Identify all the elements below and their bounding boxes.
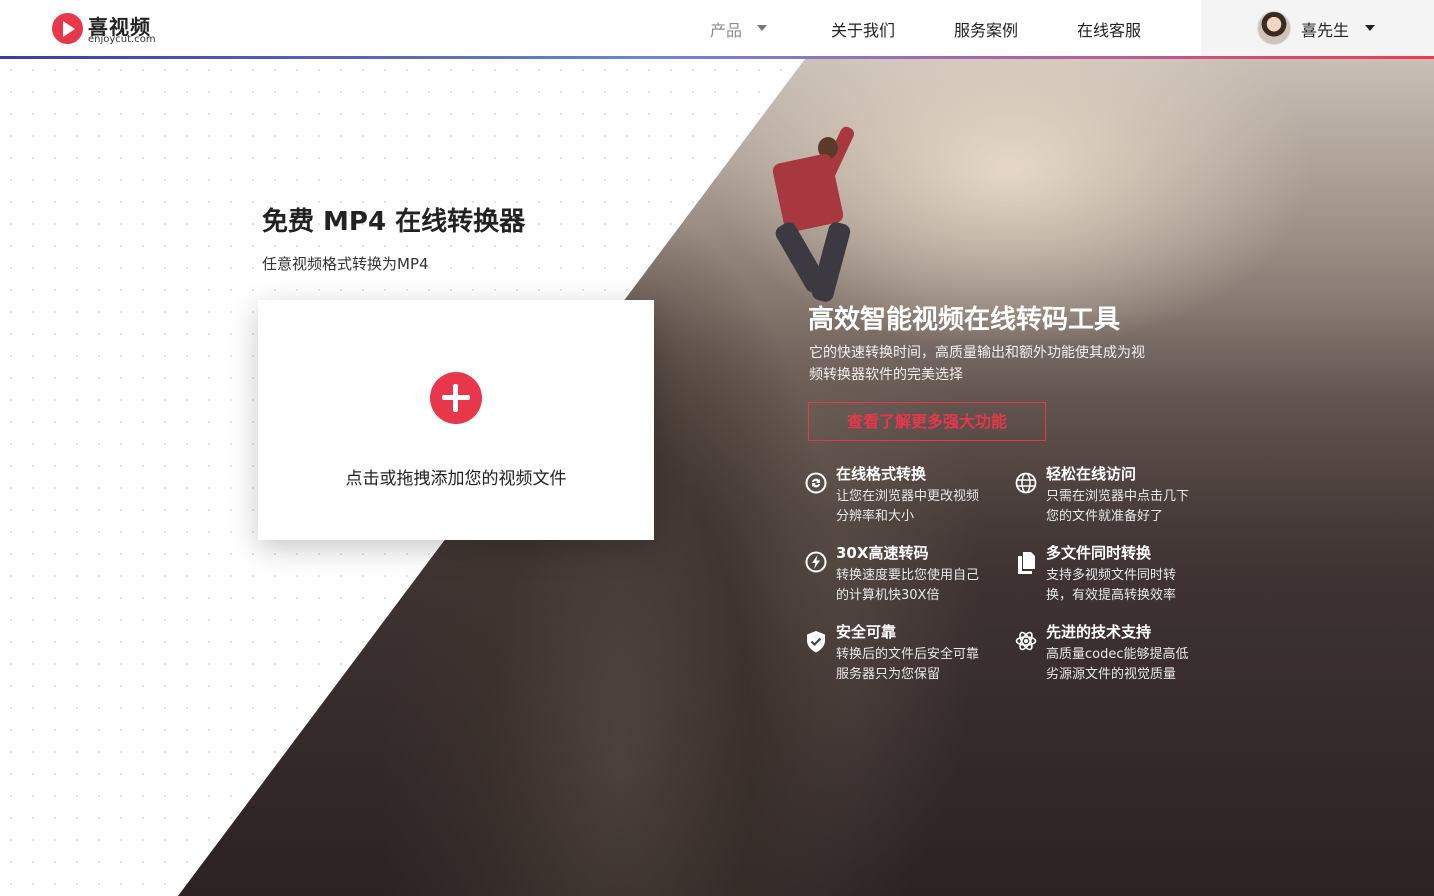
user-name[interactable]: 喜先生 — [1301, 17, 1349, 41]
plus-icon[interactable] — [430, 372, 482, 424]
page-subtitle: 任意视频格式转换为MP4 — [262, 255, 429, 273]
top-navbar: 喜视频 enjoycut.com 产品 关于我们 服务案例 在线客服 喜先生 — [0, 0, 1434, 56]
nav-item-cases[interactable]: 服务案例 — [954, 17, 1018, 41]
feature-description: 转换后的文件后安全可靠服务器只为您保留 — [836, 647, 980, 682]
feature-title: 轻松在线访问 — [1046, 465, 1137, 483]
logo[interactable]: 喜视频 enjoycut.com — [52, 12, 162, 46]
nav-item-label: 在线客服 — [1077, 21, 1142, 40]
user-menu[interactable]: 喜先生 — [1201, 0, 1434, 56]
feature-title: 30X高速转码 — [836, 544, 929, 562]
nav-item-support[interactable]: 在线客服 — [1077, 17, 1141, 41]
shield-check-icon — [805, 630, 827, 653]
header-gradient-divider — [0, 56, 1434, 59]
lightning-icon — [805, 551, 827, 573]
nav-item-products[interactable]: 产品 — [710, 17, 742, 41]
avatar[interactable] — [1257, 11, 1291, 45]
feature-description: 只需在浏览器中点击几下 您的文件就准备好了 — [1046, 489, 1190, 524]
files-icon — [1015, 551, 1037, 574]
feature-title: 在线格式转换 — [836, 465, 927, 483]
chevron-down-icon[interactable] — [757, 25, 767, 31]
atom-icon — [1015, 630, 1037, 652]
nav-item-label: 产品 — [710, 21, 743, 40]
play-logo-icon — [52, 13, 83, 44]
nav-item-label: 服务案例 — [954, 21, 1019, 40]
feature-title: 多文件同时转换 — [1046, 544, 1152, 562]
brand-domain: enjoycut.com — [88, 34, 156, 45]
nav-item-about[interactable]: 关于我们 — [831, 17, 895, 41]
feature-description: 让您在浏览器中更改视频分辨率和大小 — [836, 489, 980, 524]
upload-dropzone[interactable]: 点击或拖拽添加您的视频文件 — [258, 300, 654, 540]
feature-description: 支持多视频文件同时转换，有效提高转换效率 — [1046, 568, 1177, 603]
promo-description: 它的快速转换时间，高质量输出和额外功能使其成为视频转换器软件的完美选择 — [809, 345, 1145, 383]
nav-item-label: 关于我们 — [831, 21, 896, 40]
feature-title: 安全可靠 — [836, 623, 897, 641]
promo-title: 高效智能视频在线转码工具 — [808, 305, 1121, 335]
learn-more-button[interactable]: 查看了解更多强大功能 — [808, 402, 1046, 441]
page-title: 免费 MP4 在线转换器 — [262, 207, 526, 237]
feature-description: 转换速度要比您使用自己的计算机快30X倍 — [836, 568, 980, 603]
feature-title: 先进的技术支持 — [1046, 623, 1152, 641]
upload-label: 点击或拖拽添加您的视频文件 — [345, 469, 567, 489]
feature-description: 高质量codec能够提高低劣源源文件的视觉质量 — [1046, 647, 1189, 682]
sync-icon — [805, 472, 827, 494]
globe-icon — [1015, 472, 1037, 494]
chevron-down-icon[interactable] — [1365, 25, 1375, 31]
